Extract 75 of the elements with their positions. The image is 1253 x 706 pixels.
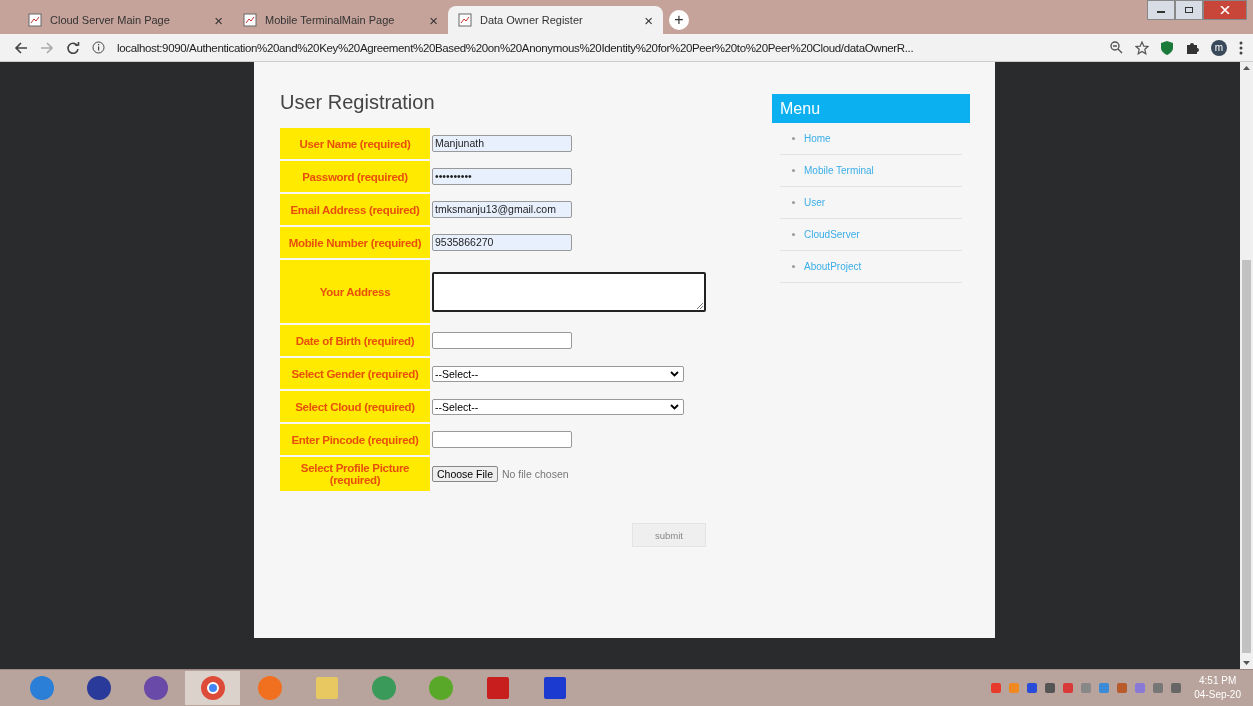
tab-title: Cloud Server Main Page — [50, 14, 171, 26]
back-icon[interactable] — [14, 40, 28, 55]
input-field[interactable]: Manjunath — [432, 135, 572, 152]
field-label: Email Address (required) — [280, 194, 430, 225]
scroll-up-icon[interactable] — [1243, 66, 1250, 70]
shield-icon[interactable] — [1161, 40, 1173, 55]
reload-icon[interactable] — [66, 40, 80, 55]
clock-time: 4:51 PM — [1199, 674, 1237, 688]
bullet-icon — [792, 169, 795, 172]
field-label: Mobile Number (required) — [280, 227, 430, 258]
field-label: Enter Pincode (required) — [280, 424, 430, 455]
browser-tab[interactable]: Data Owner Register × — [448, 6, 663, 34]
close-icon[interactable]: × — [644, 11, 653, 29]
tab-title: Mobile TerminalMain Page — [265, 14, 396, 26]
dropdown[interactable]: --Select-- — [432, 398, 684, 415]
field-label: Date of Birth (required) — [280, 325, 430, 356]
chevron-down-icon — [670, 370, 679, 377]
minimize-button[interactable] — [1147, 0, 1175, 20]
tray-icon[interactable] — [1116, 682, 1129, 694]
tray-icon[interactable] — [1152, 682, 1165, 694]
forward-icon[interactable] — [40, 40, 54, 55]
menu-header: Menu — [772, 94, 970, 123]
maximize-icon — [1184, 6, 1194, 14]
new-tab-button[interactable]: + — [669, 10, 689, 30]
input-field[interactable]: tmksmanju13@gmail.com — [432, 201, 572, 218]
tray-icon[interactable] — [990, 682, 1003, 694]
tray-icon[interactable] — [1134, 682, 1147, 694]
maximize-button[interactable] — [1175, 0, 1203, 20]
input-field[interactable]: •••••••••• — [432, 168, 572, 185]
field-label: Select Gender (required) — [280, 358, 430, 389]
page-icon — [458, 13, 472, 27]
puzzle-icon[interactable] — [1185, 40, 1199, 55]
page-title: User Registration — [280, 91, 436, 114]
profile-avatar[interactable]: m — [1211, 39, 1227, 56]
tray-icon[interactable] — [1098, 682, 1111, 694]
close-icon[interactable]: × — [214, 11, 223, 29]
tab-title: Data Owner Register — [480, 14, 584, 26]
field-label: User Name (required) — [280, 128, 430, 159]
input-field[interactable]: 9535866270 — [432, 234, 572, 251]
bullet-icon — [792, 233, 795, 236]
clock-date: 04-Sep-20 — [1194, 688, 1241, 702]
tray-icon[interactable] — [1170, 682, 1183, 694]
tray-icon[interactable] — [1080, 682, 1093, 694]
field-label: Password (required) — [280, 161, 430, 192]
tray-icon[interactable] — [1044, 682, 1057, 694]
close-icon — [1220, 6, 1230, 14]
tray-icon[interactable] — [1062, 682, 1075, 694]
close-icon[interactable]: × — [429, 11, 438, 29]
address-bar[interactable]: localhost:9090/Authentication%20and%20Key%20Agreement%20Based%20on%20Anonymous%20Identity%20for%20Peer%20to%20Peer%20Cloud/dataOwnerR... — [117, 41, 1098, 54]
input-field[interactable] — [432, 332, 572, 349]
field-label: Select Cloud (required) — [280, 391, 430, 422]
address-textarea[interactable] — [432, 271, 706, 312]
bullet-icon — [792, 265, 795, 268]
info-icon[interactable] — [92, 41, 105, 54]
scroll-down-icon[interactable] — [1243, 661, 1250, 665]
browser-icon[interactable] — [199, 675, 226, 701]
browser-tab[interactable]: Mobile TerminalMain Page × — [233, 6, 448, 34]
bullet-icon — [792, 137, 795, 140]
chevron-down-icon — [670, 403, 679, 410]
field-label: Your Address — [280, 260, 430, 323]
field-label: Select Profile Picture (required) — [280, 457, 430, 491]
dropdown[interactable]: --Select-- — [432, 365, 684, 382]
input-field[interactable] — [432, 431, 572, 448]
scrollbar[interactable] — [1240, 62, 1253, 669]
file-status: No file chosen — [502, 468, 569, 480]
resize-grip-icon[interactable] — [697, 302, 703, 309]
tray-icon[interactable] — [1026, 682, 1039, 694]
bullet-icon — [792, 201, 795, 204]
kebab-menu-icon[interactable] — [1239, 40, 1243, 55]
browser-tab[interactable]: Cloud Server Main Page × — [18, 6, 233, 34]
page-icon — [243, 13, 257, 27]
choose-file-button[interactable]: Choose File — [432, 466, 499, 482]
zoom-icon[interactable] — [1110, 41, 1123, 54]
page-icon — [28, 13, 42, 27]
star-icon[interactable] — [1135, 40, 1149, 55]
